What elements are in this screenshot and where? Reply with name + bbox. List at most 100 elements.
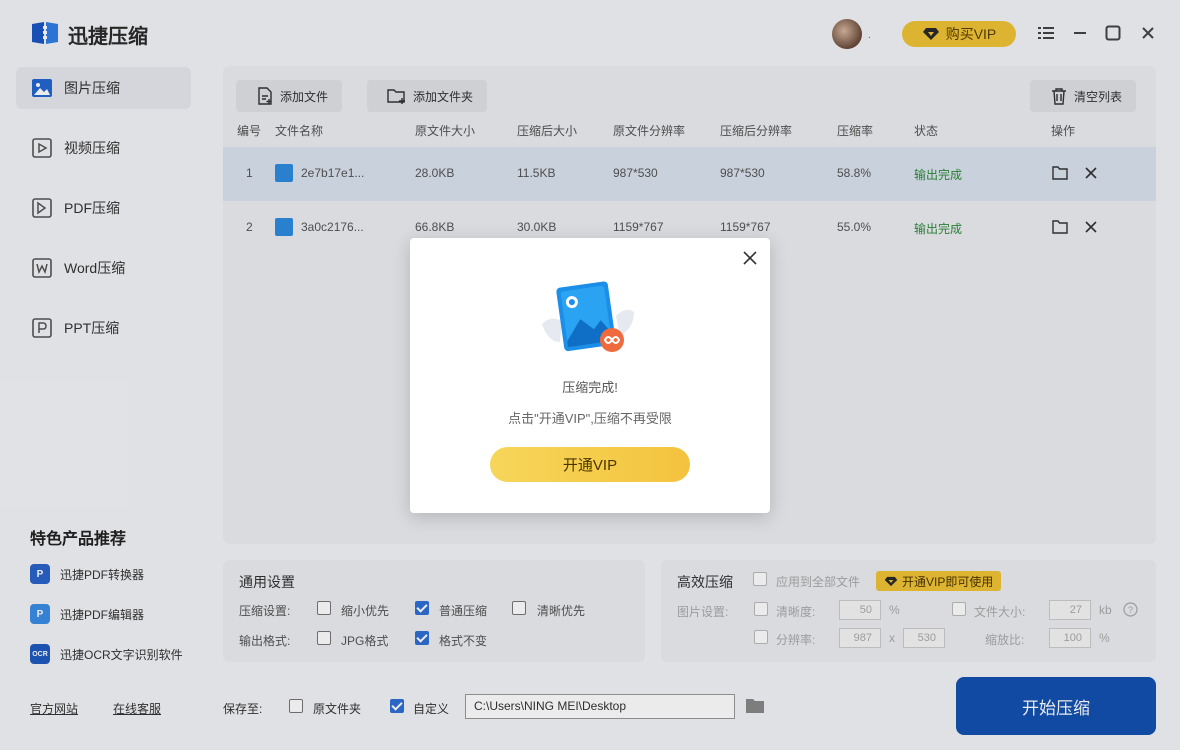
open-folder-icon[interactable] — [1051, 164, 1069, 182]
add-file-button[interactable]: 添加文件 — [236, 80, 343, 112]
general-settings-panel: 通用设置 压缩设置: 缩小优先 普通压缩 清晰优先 输出格式: JPG格式 格式… — [223, 560, 645, 662]
table-row[interactable]: 1 2e7b17e1... 28.0KB 11.5KB 987*530 987*… — [223, 147, 1156, 201]
user-avatar[interactable] — [832, 19, 862, 49]
column-header-orig-size: 原文件大小 — [415, 124, 476, 138]
checkbox-file-size[interactable] — [952, 602, 966, 616]
help-icon[interactable]: ? — [1123, 602, 1138, 617]
image-file-icon — [275, 164, 293, 182]
add-folder-label: 添加文件夹 — [413, 89, 474, 104]
open-vip-button[interactable]: 开通VIP — [490, 447, 690, 482]
row-num: 2 — [246, 220, 253, 234]
resolution-width-input[interactable]: 987 — [839, 628, 881, 648]
featured-pdf-converter[interactable]: P 迅捷PDF转换器 — [30, 564, 144, 584]
checkbox-custom-folder[interactable] — [390, 699, 404, 713]
checkbox-clarity-first[interactable] — [512, 601, 526, 615]
checkbox-original-folder[interactable] — [289, 699, 303, 713]
vip-unlock-tag[interactable]: 开通VIP即可使用 — [876, 571, 1002, 591]
buy-vip-label: 购买VIP — [945, 26, 997, 42]
compress-settings-label: 压缩设置: — [239, 604, 291, 618]
file-size-input[interactable]: 27 — [1049, 600, 1091, 620]
close-icon[interactable] — [1139, 24, 1157, 42]
row-new-size: 30.0KB — [517, 220, 557, 234]
column-header-rate: 压缩率 — [837, 124, 874, 138]
row-rate: 55.0% — [837, 220, 872, 234]
app-window: 迅捷压缩 . 购买VIP 图片压缩 视频压缩 PDF压缩 Word压缩 PPT压… — [0, 0, 1180, 750]
general-settings-title: 通用设置 — [239, 574, 295, 590]
checkbox-resolution[interactable] — [754, 630, 768, 644]
featured-label: 迅捷PDF编辑器 — [60, 607, 145, 622]
apply-all-label: 应用到全部文件 — [776, 575, 861, 589]
sidebar-item-image-compress[interactable]: 图片压缩 — [16, 67, 191, 109]
svg-text:?: ? — [1128, 605, 1133, 615]
column-header-name: 文件名称 — [275, 124, 324, 138]
resolution-height-input[interactable]: 530 — [903, 628, 945, 648]
checkbox-normal-compress[interactable] — [415, 601, 429, 615]
checkbox-apply-all[interactable] — [753, 572, 767, 586]
featured-pdf-editor[interactable]: P 迅捷PDF编辑器 — [30, 604, 144, 624]
column-header-status: 状态 — [914, 124, 939, 138]
option-normal-compress: 普通压缩 — [439, 604, 488, 618]
remove-row-icon[interactable] — [1082, 218, 1100, 236]
sidebar-item-label: PPT压缩 — [64, 320, 120, 336]
maximize-icon[interactable] — [1104, 24, 1122, 42]
featured-label: 迅捷OCR文字识别软件 — [60, 647, 183, 662]
custom-folder-label: 自定义 — [413, 702, 450, 716]
online-support-link[interactable]: 在线客服 — [113, 700, 161, 717]
checkbox-smaller-first[interactable] — [317, 601, 331, 615]
option-clarity-first: 清晰优先 — [537, 604, 586, 618]
option-jpg-format: JPG格式 — [341, 634, 389, 648]
clarity-input[interactable]: 50 — [839, 600, 881, 620]
sidebar-item-video-compress[interactable]: 视频压缩 — [16, 127, 191, 169]
vip-tag-label: 开通VIP即可使用 — [902, 574, 994, 589]
image-compress-icon — [32, 79, 52, 97]
scale-input[interactable]: 100 — [1049, 628, 1091, 648]
checkbox-clarity[interactable] — [754, 602, 768, 616]
buy-vip-button[interactable]: 购买VIP — [902, 21, 1016, 47]
sidebar-item-word-compress[interactable]: Word压缩 — [16, 247, 191, 289]
trash-icon — [1052, 88, 1066, 105]
column-header-new-size: 压缩后大小 — [517, 124, 578, 138]
clarity-label: 清晰度: — [776, 605, 816, 619]
column-header-actions: 操作 — [1051, 124, 1076, 138]
list-icon[interactable] — [1037, 24, 1055, 42]
featured-label: 迅捷PDF转换器 — [60, 567, 145, 582]
add-folder-button[interactable]: 添加文件夹 — [367, 80, 488, 112]
sidebar-item-ppt-compress[interactable]: PPT压缩 — [16, 307, 191, 349]
row-file-name: 2e7b17e1... — [301, 166, 365, 180]
clear-list-button[interactable]: 清空列表 — [1030, 80, 1137, 112]
pdf-editor-icon: P — [30, 604, 50, 624]
original-folder-label: 原文件夹 — [313, 702, 362, 716]
resolution-x: x — [889, 631, 895, 645]
row-orig-size: 28.0KB — [415, 166, 455, 180]
sidebar-item-pdf-compress[interactable]: PDF压缩 — [16, 187, 191, 229]
checkbox-keep-format[interactable] — [415, 631, 429, 645]
browse-folder-icon[interactable] — [745, 697, 765, 715]
ocr-icon: OCR — [30, 644, 50, 664]
app-logo-icon — [32, 22, 58, 44]
remove-row-icon[interactable] — [1082, 164, 1100, 182]
resolution-label: 分辨率: — [776, 633, 816, 647]
image-file-icon — [275, 218, 293, 236]
checkbox-jpg-format[interactable] — [317, 631, 331, 645]
advanced-title: 高效压缩 — [677, 574, 733, 590]
row-new-res: 1159*767 — [720, 220, 771, 234]
app-title: 迅捷压缩 — [68, 26, 148, 48]
minimize-icon[interactable] — [1071, 24, 1089, 42]
sidebar-item-label: 视频压缩 — [64, 140, 120, 156]
open-folder-icon[interactable] — [1051, 218, 1069, 236]
sidebar-item-label: 图片压缩 — [64, 80, 120, 96]
sidebar-item-label: PDF压缩 — [64, 200, 120, 216]
dialog-close-icon[interactable] — [740, 248, 760, 268]
file-size-unit: kb — [1099, 603, 1112, 617]
dialog-title: 压缩完成! — [562, 380, 618, 395]
save-path-input[interactable]: C:\Users\NING MEI\Desktop — [465, 694, 735, 719]
featured-ocr[interactable]: OCR 迅捷OCR文字识别软件 — [30, 644, 183, 664]
row-file-name: 3a0c2176... — [301, 220, 364, 234]
clear-list-label: 清空列表 — [1074, 89, 1123, 104]
diamond-icon — [884, 576, 898, 586]
row-orig-res: 1159*767 — [613, 220, 664, 234]
image-compress-illustration-icon — [542, 281, 634, 352]
start-compress-button[interactable]: 开始压缩 — [956, 677, 1156, 735]
image-settings-label: 图片设置: — [677, 605, 729, 619]
official-site-link[interactable]: 官方网站 — [30, 700, 78, 717]
